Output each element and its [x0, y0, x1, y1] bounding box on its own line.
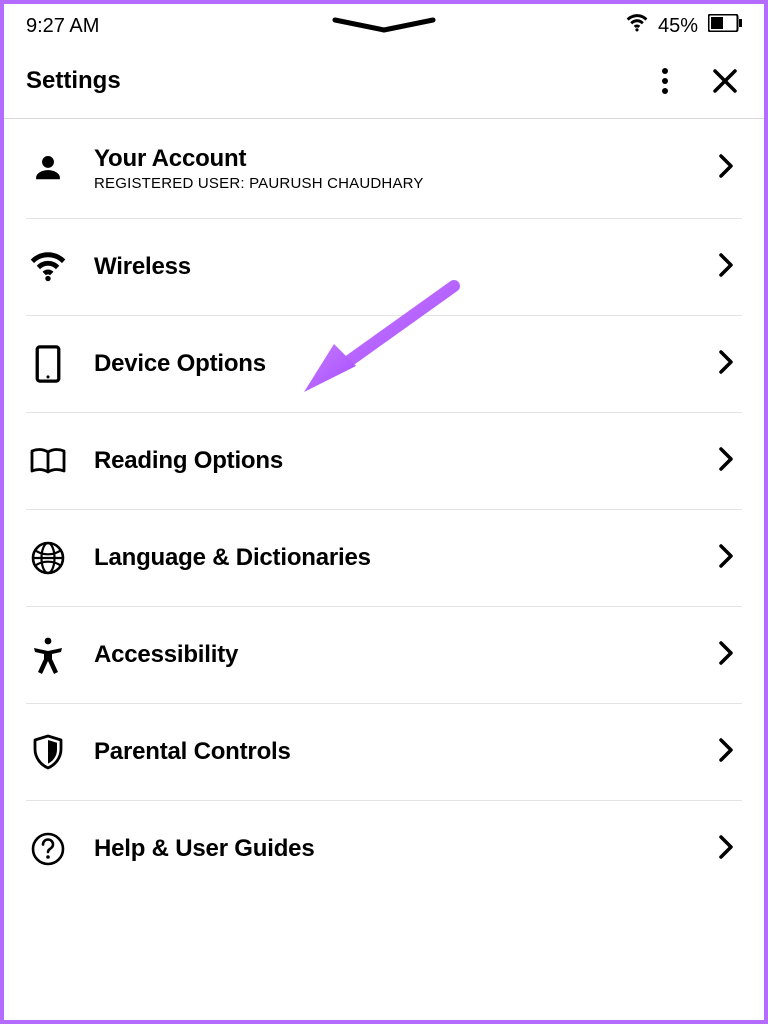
row-wireless[interactable]: Wireless	[26, 219, 742, 316]
row-title: Device Options	[94, 350, 694, 378]
book-icon	[26, 439, 70, 483]
row-device-options[interactable]: Device Options	[26, 316, 742, 413]
globe-icon	[26, 536, 70, 580]
row-reading-options[interactable]: Reading Options	[26, 413, 742, 510]
shield-icon	[26, 730, 70, 774]
chevron-right-icon	[718, 349, 742, 380]
wifi-icon	[26, 245, 70, 289]
row-title: Accessibility	[94, 641, 694, 669]
row-title: Language & Dictionaries	[94, 544, 694, 572]
battery-icon	[708, 14, 742, 38]
row-title: Wireless	[94, 253, 694, 281]
row-language-dictionaries[interactable]: Language & Dictionaries	[26, 510, 742, 607]
chevron-right-icon	[718, 446, 742, 477]
page-title: Settings	[26, 67, 121, 95]
person-icon	[26, 147, 70, 191]
chevron-right-icon	[718, 834, 742, 865]
row-parental-controls[interactable]: Parental Controls	[26, 704, 742, 801]
more-menu-button[interactable]	[648, 64, 682, 98]
row-subtitle: REGISTERED USER: PAURUSH CHAUDHARY	[94, 175, 694, 192]
row-your-account[interactable]: Your Account REGISTERED USER: PAURUSH CH…	[26, 119, 742, 219]
row-title: Reading Options	[94, 447, 694, 475]
status-battery-percent: 45%	[658, 15, 698, 38]
wifi-icon	[626, 14, 648, 38]
chevron-right-icon	[718, 153, 742, 184]
chevron-right-icon	[718, 737, 742, 768]
help-icon	[26, 827, 70, 871]
row-help-user-guides[interactable]: Help & User Guides	[26, 801, 742, 897]
chevron-right-icon	[718, 252, 742, 283]
device-icon	[26, 342, 70, 386]
row-title: Parental Controls	[94, 738, 694, 766]
row-title: Help & User Guides	[94, 835, 694, 863]
accessibility-icon	[26, 633, 70, 677]
chevron-right-icon	[718, 640, 742, 671]
swipe-handle-icon[interactable]	[329, 16, 439, 36]
row-accessibility[interactable]: Accessibility	[26, 607, 742, 704]
settings-list: Your Account REGISTERED USER: PAURUSH CH…	[4, 119, 764, 897]
close-button[interactable]	[708, 64, 742, 98]
chevron-right-icon	[718, 543, 742, 574]
status-time: 9:27 AM	[26, 15, 99, 38]
row-title: Your Account	[94, 145, 694, 173]
page-header: Settings	[4, 42, 764, 119]
